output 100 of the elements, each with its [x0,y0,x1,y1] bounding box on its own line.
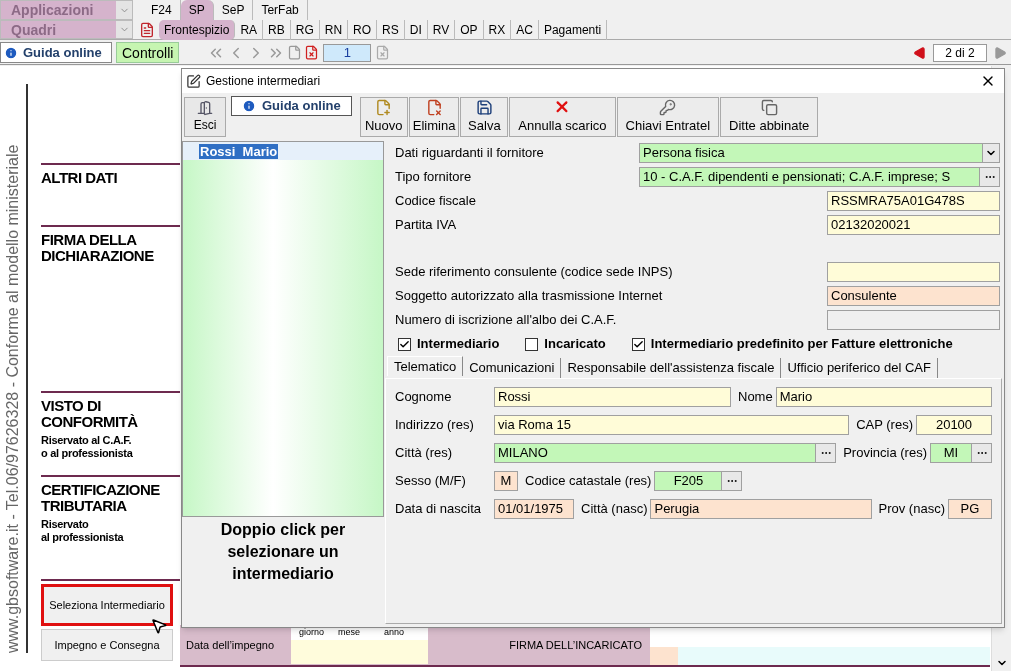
toolbar-button[interactable]: Elimina [408,97,460,137]
check-button[interactable]: Controlli [116,42,180,63]
field-label: Codice fiscale [395,192,476,211]
tab[interactable]: TerFab [253,0,308,20]
input-field[interactable]: 20100 [916,415,992,435]
field-label: Città (nasc) [581,500,648,519]
date-part-label: giorno [299,626,325,639]
field-value: F205 [672,472,705,490]
field-label: Tipo fornitore [395,168,472,187]
field-label: Partita IVA [395,216,457,235]
input-field[interactable]: Consulente [827,286,1000,306]
next-icon[interactable] [993,45,1007,60]
check-icon [632,338,644,350]
browse-button[interactable] [979,168,999,186]
delete-page-icon[interactable] [304,45,320,60]
page-count: 2 di 2 [933,43,987,62]
help-button[interactable]: Guida online [231,96,352,116]
field-label: Codice catastale (res) [525,472,652,491]
field-label: Sesso (M/F) [395,472,467,491]
input-field[interactable] [827,262,1000,282]
previous-icon[interactable] [913,45,927,60]
input-field[interactable]: F205 [654,471,743,491]
input-field[interactable]: MI [930,443,992,463]
field-value: 10 - C.A.F. dipendenti e pensionati; C.A.F. imprese; S [642,168,952,186]
field-value: MI [942,444,960,462]
help-button[interactable]: Guida online [0,42,112,63]
input-field[interactable]: 02132020021 [827,215,1000,235]
toolbar-button[interactable]: Ditte abbinate [720,97,819,137]
checkbox[interactable] [525,337,539,351]
section-title: CERTIFICAZIONE TRIBUTARIA [41,482,161,514]
tab[interactable]: RA [235,20,264,40]
input-field[interactable]: 10 - C.A.F. dipendenti e pensionati; C.A.F. imprese; S [639,167,1000,187]
browse-button[interactable] [971,444,991,462]
tab[interactable]: RG [290,20,320,40]
page-icon[interactable] [287,45,303,60]
date-field[interactable]: giorno mese anno [291,626,428,664]
input-field[interactable]: MILANO [494,443,837,463]
tab[interactable]: Frontespizio [159,20,236,40]
field-value: Persona fisica [642,144,726,162]
input-field[interactable]: Perugia [650,499,872,519]
toolbar-button[interactable]: Annulla scarico [509,97,616,137]
field-label: Prov (nasc) [878,500,945,519]
input-field[interactable]: M [494,471,518,491]
tab[interactable]: RV [427,20,456,40]
signature-field[interactable] [678,647,990,665]
toolbar-button[interactable]: Chiavi Entratel [616,97,720,137]
combo-value: Applicazioni [10,1,95,19]
delete-page-icon[interactable] [375,45,391,60]
info-icon [4,45,18,60]
list-item[interactable]: Rossi Mario [199,144,279,159]
action-button[interactable]: Impegno e Consegna [41,629,173,661]
tab[interactable]: RX [483,20,512,40]
tab[interactable]: Telematico [387,356,464,376]
exit-button[interactable]: Esci [184,97,226,137]
field-label: Dati riguardanti il fornitore [395,144,544,163]
input-field[interactable] [827,310,1000,330]
section-title: ALTRI DATI [41,170,119,186]
field-label: CAP (res) [856,416,913,435]
new-file-icon [375,98,393,116]
tab[interactable]: RB [263,20,291,40]
signature-label: FIRMA DELL’INCARICATO [508,637,643,653]
checkbox[interactable] [631,337,645,351]
action-button[interactable]: Seleziona Intermediario [41,584,173,626]
field-label: Cognome [395,388,453,407]
tab[interactable]: AC [511,20,539,40]
key-icon [659,98,677,116]
pdf-icon [139,22,155,38]
browse-button[interactable] [721,472,742,490]
input-field[interactable]: via Roma 15 [494,415,850,435]
input-field[interactable]: PG [948,499,992,519]
signature-field[interactable] [650,647,678,665]
tab[interactable]: RN [319,20,349,40]
date-part-label: mese [338,626,361,639]
toolbar-button[interactable]: Salva [460,97,509,137]
vertical-text: www.gbsoftware.it - Tel.06/97626328 - Conforme al modello ministeriale [3,143,22,653]
field-label: Città (res) [395,444,454,463]
field-label: Sede riferimento consulente (codice sede INPS) [395,263,673,282]
toolbar-button[interactable]: Nuovo [359,97,408,137]
input-field[interactable]: Mario [775,387,992,407]
tab[interactable]: SP [180,0,214,20]
field-label: Numero di iscrizione all'albo dei C.A.F. [395,311,617,330]
input-field[interactable]: RSSMRA75A01G478S [827,191,1000,211]
info-icon [242,99,256,113]
field-label: Nome [738,388,773,407]
tab[interactable]: Pagamenti [538,20,608,40]
input-field[interactable]: 01/01/1975 [494,499,574,519]
page-number-field[interactable]: 1 [323,43,372,62]
dropdown-button[interactable] [982,144,999,162]
combo-value: Quadri [10,21,58,38]
input-field[interactable]: Rossi [494,387,731,407]
tab[interactable]: RS [377,20,405,40]
tab[interactable]: RO [348,20,378,40]
date-part-label: anno [384,626,405,639]
browse-button[interactable] [815,444,836,462]
tab[interactable]: DI [404,20,428,40]
tab[interactable]: OP [455,20,484,40]
checkbox[interactable] [398,337,411,351]
field-value: MILANO [497,444,549,462]
input-field[interactable]: Persona fisica [639,143,1000,163]
check-icon [399,338,410,350]
